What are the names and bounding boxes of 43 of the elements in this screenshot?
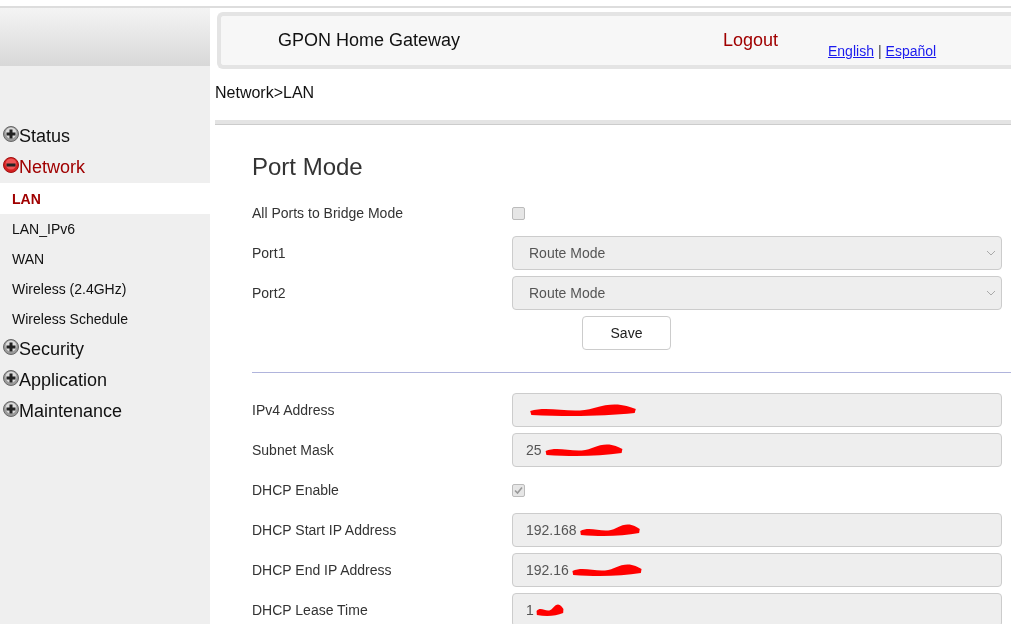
menu-group[interactable]: Network bbox=[0, 152, 210, 183]
input-field[interactable]: 192.16 bbox=[512, 553, 1002, 587]
expand-icon[interactable] bbox=[3, 400, 19, 417]
input-field[interactable]: 1 bbox=[512, 593, 1002, 624]
menu-group[interactable]: Maintenance bbox=[0, 396, 210, 427]
language-link[interactable]: English bbox=[828, 43, 874, 59]
field-label: DHCP End IP Address bbox=[252, 562, 393, 578]
expand-icon[interactable] bbox=[3, 369, 19, 386]
field-label: Port1 bbox=[252, 245, 287, 261]
logout-link[interactable]: Logout bbox=[723, 29, 779, 51]
collapse-icon[interactable] bbox=[3, 156, 19, 173]
mode-select[interactable]: Route Mode bbox=[512, 276, 1002, 310]
field-label: DHCP Lease Time bbox=[252, 602, 369, 618]
section-title: Port Mode bbox=[252, 153, 364, 181]
menu-item[interactable]: Wireless Schedule bbox=[0, 304, 210, 334]
menu-item[interactable]: WAN bbox=[0, 244, 210, 274]
field-label: DHCP Enable bbox=[252, 482, 340, 498]
chevron-icon bbox=[986, 250, 996, 256]
field-label: IPv4 Address bbox=[252, 402, 336, 418]
checkbox[interactable] bbox=[512, 206, 525, 220]
field-label: DHCP Start IP Address bbox=[252, 522, 398, 538]
menu-item[interactable]: LAN bbox=[0, 183, 210, 214]
menu-group[interactable]: Application bbox=[0, 365, 210, 396]
save-button[interactable]: Save bbox=[582, 316, 671, 350]
chevron-icon bbox=[986, 290, 996, 296]
field-label: Port2 bbox=[252, 285, 287, 301]
input-field[interactable]: 25 bbox=[512, 433, 1002, 467]
separator: | bbox=[877, 43, 882, 59]
menu-item[interactable]: LAN_IPv6 bbox=[0, 214, 210, 244]
mode-select[interactable]: Route Mode bbox=[512, 236, 1002, 270]
app-title: GPON Home Gateway bbox=[278, 29, 461, 51]
breadcrumb: Network>LAN bbox=[215, 83, 315, 101]
menu-item[interactable]: Wireless (2.4GHz) bbox=[0, 274, 210, 304]
field-label: All Ports to Bridge Mode bbox=[252, 205, 404, 221]
expand-icon[interactable] bbox=[3, 125, 19, 142]
input-field[interactable]: 192.168 bbox=[512, 513, 1002, 547]
menu-group[interactable]: Security bbox=[0, 334, 210, 365]
expand-icon[interactable] bbox=[3, 338, 19, 355]
checkbox[interactable] bbox=[512, 483, 525, 497]
menu-group[interactable]: Status bbox=[0, 121, 210, 152]
input-field[interactable] bbox=[512, 393, 1002, 427]
field-label: Subnet Mask bbox=[252, 442, 335, 458]
language-link[interactable]: Español bbox=[885, 43, 937, 59]
